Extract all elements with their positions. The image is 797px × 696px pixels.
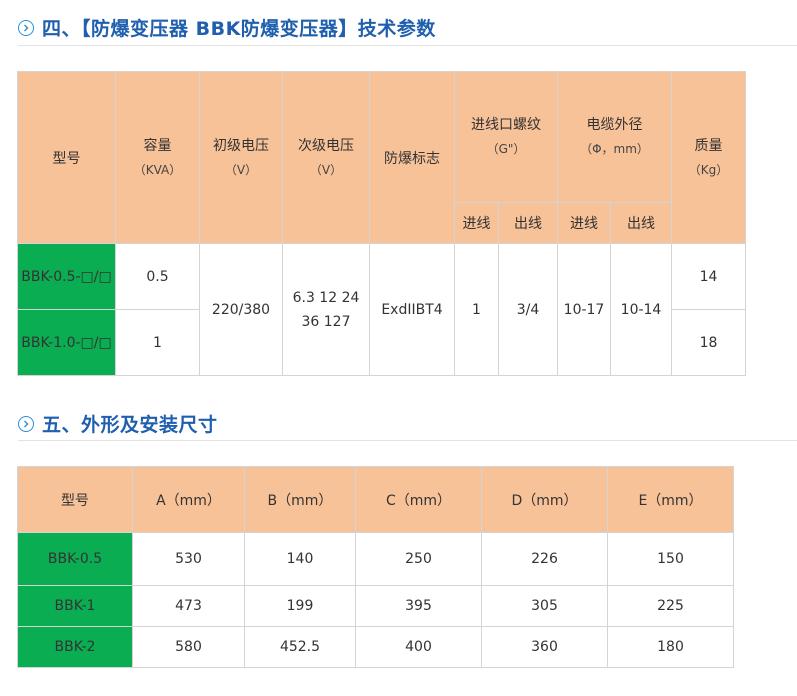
weight-cell: 14 [671,243,747,310]
header-cable-label: 电缆外径 [586,117,643,133]
header-primary-voltage: 初级电压 （V） [199,71,283,244]
header-thread: 进线口螺纹 （G"） [454,71,558,203]
dim-c-cell: 395 [355,585,482,627]
chevron-right-circle-icon [18,415,34,432]
dim-d-cell: 226 [481,532,608,586]
dim-c-cell: 400 [355,626,482,668]
dim-header-d: D（mm） [481,466,608,533]
section4-title: 四、【防爆变压器 BBK防爆变压器】技术参数 [42,18,436,40]
header-thread-unit: （G"） [486,142,526,156]
header-primary-unit: （V） [224,162,258,177]
dim-model-cell: BBK-2 [17,626,133,668]
header-thread-out: 出线 [498,202,558,244]
cable-in-cell: 10-17 [557,243,611,376]
model-cell: BBK-1.0-□/□ [17,309,116,376]
header-capacity-label: 容量 [143,137,172,154]
capacity-cell: 1 [115,309,200,376]
dim-b-cell: 199 [244,585,356,627]
thread-in-cell: 1 [454,243,499,376]
explosion-mark-cell: ExdIIBT4 [369,243,455,376]
secondary-voltage-line1: 6.3 12 24 [292,289,360,306]
header-capacity: 容量 （KVA） [115,71,200,244]
dim-model-cell: BBK-1 [17,585,133,627]
table-row: BBK-1 473 199 395 305 225 [17,585,734,627]
table-row: BBK-2 580 452.5 400 360 180 [17,626,734,668]
dim-d-cell: 360 [481,626,608,668]
header-cable-unit: （Φ，mm） [580,142,649,156]
capacity-cell: 0.5 [115,243,200,310]
header-weight: 质量 （Kg） [671,71,747,244]
header-primary-label: 初级电压 [213,137,269,154]
secondary-voltage-line2: 36 127 [301,313,351,330]
section5-divider [18,440,797,441]
header-secondary-label: 次级电压 [298,137,354,154]
model-cell: BBK-0.5-□/□ [17,243,116,310]
section4-divider [18,45,797,46]
dim-e-cell: 180 [607,626,734,668]
dim-b-cell: 140 [244,532,356,586]
dim-header-e: E（mm） [607,466,734,533]
header-cable-out: 出线 [609,202,673,244]
header-explosion-mark: 防爆标志 [369,71,455,244]
table-row: BBK-0.5 530 140 250 226 150 [17,532,734,586]
header-secondary-voltage: 次级电压 （V） [282,71,370,244]
dim-header-b: B（mm） [244,466,356,533]
dim-b-cell: 452.5 [244,626,356,668]
header-model: 型号 [17,71,116,244]
header-cable: 电缆外径 （Φ，mm） [556,71,673,203]
thread-out-cell: 3/4 [498,243,558,376]
dim-a-cell: 473 [132,585,245,627]
dim-e-cell: 150 [607,532,734,586]
header-thread-label: 进线口螺纹 [471,117,541,133]
tech-params-table: 型号 容量 （KVA） 初级电压 （V） 次级电压 （V） 防爆标志 进线口螺纹… [17,71,747,376]
dim-header-a: A（mm） [132,466,245,533]
secondary-voltage-cell: 6.3 12 24 36 127 [282,243,370,376]
primary-voltage-cell: 220/380 [199,243,283,376]
header-thread-in: 进线 [454,202,499,244]
header-weight-unit: （Kg） [688,162,729,177]
dim-a-cell: 580 [132,626,245,668]
dim-d-cell: 305 [481,585,608,627]
section4-heading: 四、【防爆变压器 BBK防爆变压器】技术参数 [18,14,436,41]
dim-e-cell: 225 [607,585,734,627]
header-capacity-unit: （KVA） [133,162,182,177]
dim-c-cell: 250 [355,532,482,586]
header-secondary-unit: （V） [309,162,343,177]
header-cable-in: 进线 [557,202,611,244]
dim-header-model: 型号 [17,466,133,533]
dim-header-c: C（mm） [355,466,482,533]
section5-heading: 五、外形及安装尺寸 [18,410,218,437]
header-weight-label: 质量 [694,137,723,154]
chevron-right-circle-icon [18,19,34,36]
weight-cell: 18 [671,309,747,376]
dimensions-table: 型号 A（mm） B（mm） C（mm） D（mm） E（mm） BBK-0.5… [17,466,734,668]
cable-out-cell: 10-14 [609,243,673,376]
dim-a-cell: 530 [132,532,245,586]
section5-title: 五、外形及安装尺寸 [42,414,218,436]
dim-model-cell: BBK-0.5 [17,532,133,586]
